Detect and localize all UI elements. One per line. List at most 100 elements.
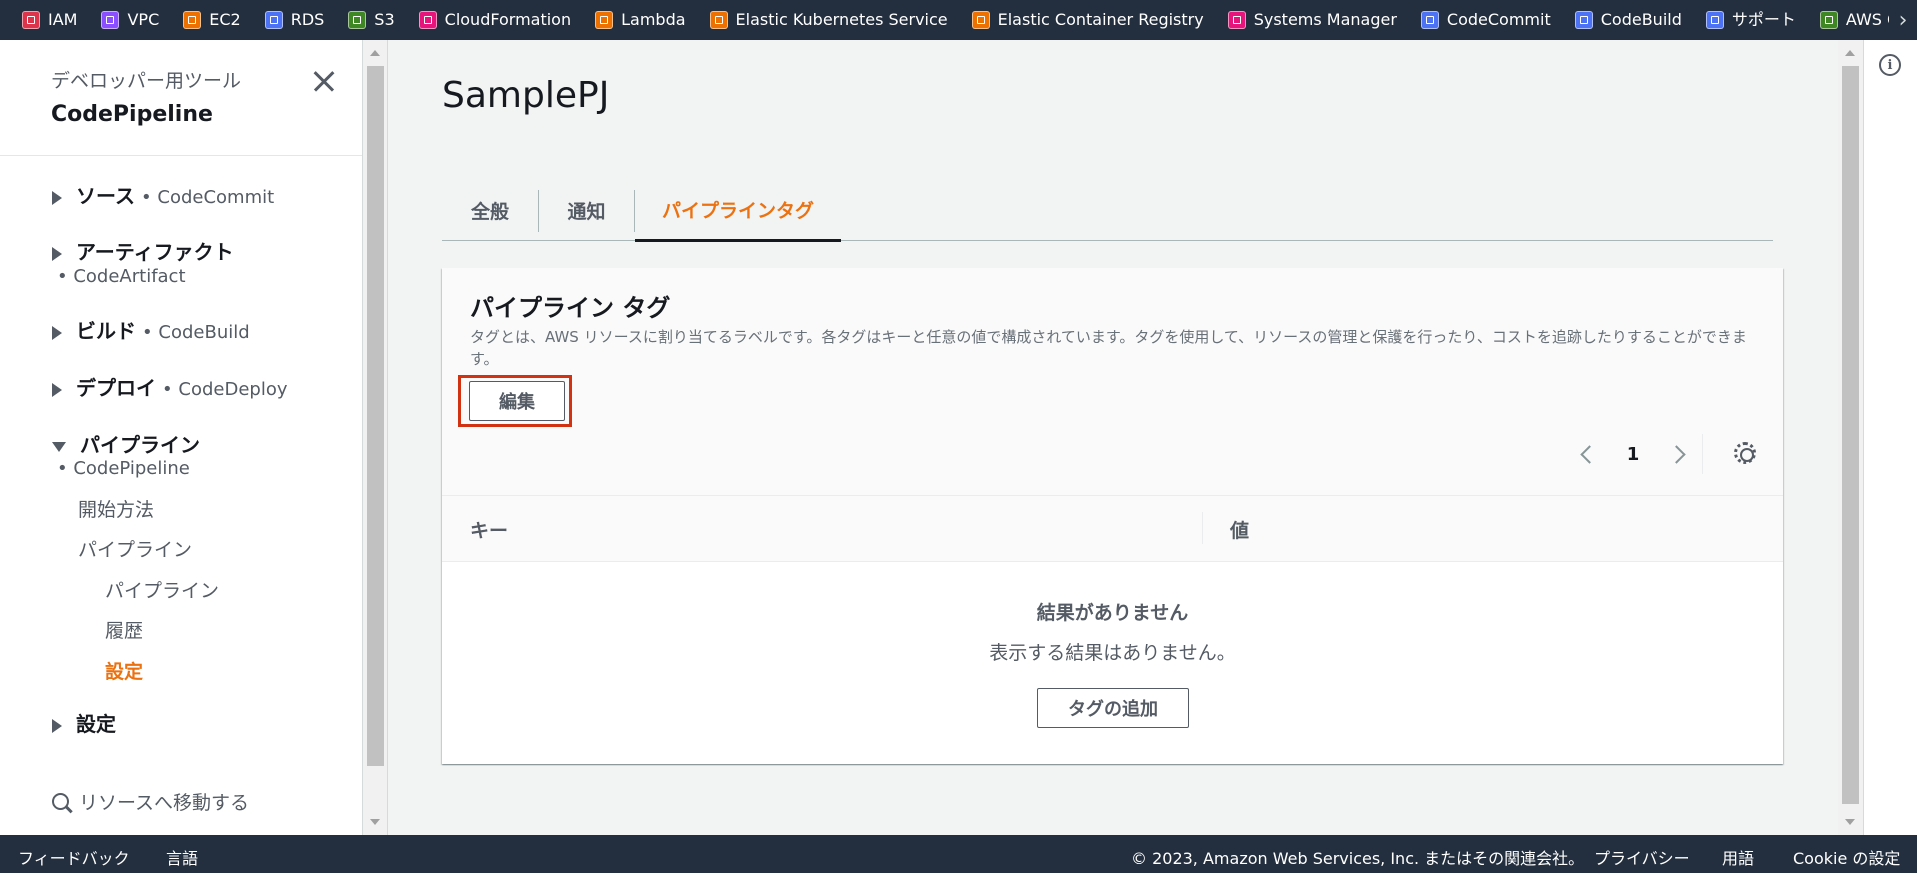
scrollbar-thumb[interactable] [1842,66,1859,804]
section-service: • CodeDeploy [162,379,288,400]
favorite-ecr[interactable]: Elastic Container Registry [971,11,1204,29]
sidebar-section-artifact[interactable]: アーティファクト [52,236,234,265]
cookie-preferences-link[interactable]: Cookie の設定 [1793,845,1900,869]
section-service: • CodeArtifact [57,266,186,287]
edit-button[interactable]: 編集 [469,381,565,421]
privacy-link[interactable]: プライバシー [1594,845,1690,869]
scroll-down-icon[interactable] [1845,819,1855,825]
add-tag-button[interactable]: タグの追加 [1037,688,1189,728]
copyright-text: © 2023, Amazon Web Services, Inc. またはその関… [1131,849,1585,868]
gear-icon[interactable] [1734,442,1756,464]
favorite-label: VPC [127,10,160,29]
favorite-label: Lambda [621,10,686,29]
main-scrollbar[interactable] [1838,40,1863,835]
favorite-vpc[interactable]: VPC [101,11,159,29]
terms-link[interactable]: 用語 [1722,845,1754,869]
favorite-label: Systems Manager [1253,10,1397,29]
favorite-codebuild[interactable]: CodeBuild [1574,11,1682,29]
sidebar-section-deploy[interactable]: デプロイ • CodeDeploy [52,372,288,401]
cost-explorer-icon [1819,11,1838,29]
favorite-eks[interactable]: Elastic Kubernetes Service [709,10,948,29]
panel-title: パイプライン タグ [470,294,671,322]
favorite-rds[interactable]: RDS [264,10,325,29]
section-label: パイプライン [80,433,200,457]
empty-state-description: 表示する結果はありません。 [989,642,1236,664]
tab-pipeline-tags[interactable]: パイプラインタグ [635,180,841,242]
tab-list: 全般 通知 パイプラインタグ [442,180,1773,242]
tab-general[interactable]: 全般 [442,180,538,241]
main-content: SamplePJ 全般 通知 パイプラインタグ パイプライン タグ タグとは、A… [389,40,1838,835]
sidebar-header: デベロッパー用ツール CodePipeline [0,40,362,156]
favorite-systems-manager[interactable]: Systems Manager [1227,10,1397,29]
page-title: SamplePJ [442,75,610,116]
column-header-key[interactable]: キー [470,516,508,543]
scrollbar-thumb[interactable] [367,66,384,766]
panel-description: タグとは、AWS リソースに割り当てるラベルです。各タグはキーと任意の値で構成さ… [470,328,1747,368]
favorite-label: EC2 [209,10,241,29]
sidebar-section-source[interactable]: ソース • CodeCommit [52,180,274,209]
section-label: デプロイ [76,376,156,400]
favorite-label: サポート [1731,10,1796,29]
close-icon[interactable] [309,66,339,96]
favorite-cloudformation[interactable]: CloudFormation [418,10,572,29]
favorite-label: IAM [48,10,78,29]
sidebar-item-pipelines[interactable]: パイプライン [78,535,192,562]
favorite-s3[interactable]: S3 [348,10,395,29]
tab-notifications[interactable]: 通知 [539,180,634,241]
scroll-down-icon[interactable] [370,819,380,825]
favorite-ec2[interactable]: EC2 [183,10,241,29]
sidebar-item-history[interactable]: 履歴 [105,616,143,643]
caret-right-icon [52,718,62,733]
favorite-label: CloudFormation [444,10,572,29]
feedback-link[interactable]: フィードバック [18,845,130,869]
codecommit-icon [1420,11,1439,29]
favorite-codecommit[interactable]: CodeCommit [1420,11,1551,29]
caret-right-icon [52,190,62,205]
sidebar-item-getting-started[interactable]: 開始方法 [78,495,154,522]
help-panel-rail: i [1863,40,1917,835]
footer: フィードバック 言語 © 2023, Amazon Web Services, … [0,835,1917,873]
caret-right-icon [52,246,62,261]
column-header-value[interactable]: 値 [1230,516,1249,543]
side-navigation: デベロッパー用ツール CodePipeline ソース • CodeCommit… [0,40,363,835]
favorite-support[interactable]: サポート [1705,10,1796,29]
lambda-icon [595,11,614,29]
column-divider[interactable] [1202,512,1203,544]
page-number[interactable]: 1 [1596,444,1670,465]
table-header: キー 値 [442,496,1783,562]
sidebar-scrollbar[interactable] [363,40,388,835]
iam-icon [22,11,40,29]
support-icon [1705,11,1724,29]
ecr-icon [971,11,990,29]
scroll-up-icon[interactable] [370,50,380,56]
sidebar-section-pipeline[interactable]: パイプライン [52,429,200,458]
pipeline-tags-panel: パイプライン タグ タグとは、AWS リソースに割り当てるラベルです。各タグはキ… [442,268,1783,764]
pagination: 1 [1573,436,1693,472]
go-to-resource-link[interactable]: リソースへ移動する [52,788,249,815]
favorite-iam[interactable]: IAM [22,11,77,29]
caret-down-icon [52,441,66,452]
section-service: • CodeCommit [141,187,275,208]
eks-icon [709,11,728,29]
sidebar-item-pipeline[interactable]: パイプライン [105,576,219,603]
chevron-right-icon[interactable] [1667,444,1686,464]
favorite-label: S3 [374,10,395,29]
sidebar-item-settings[interactable]: 設定 [105,657,143,684]
sidebar-subtitle: デベロッパー用ツール [51,70,242,92]
search-icon [52,793,69,810]
caret-right-icon [52,325,62,340]
cloudformation-icon [418,11,437,29]
favorite-lambda[interactable]: Lambda [595,10,686,29]
sidebar-title[interactable]: CodePipeline [51,102,213,127]
language-selector[interactable]: 言語 [166,845,198,869]
sidebar-section-settings[interactable]: 設定 [52,708,116,737]
sidebar-section-build[interactable]: ビルド • CodeBuild [52,315,250,344]
section-label: ソース [76,184,135,208]
favorite-label: RDS [290,10,325,29]
scroll-up-icon[interactable] [1845,50,1855,56]
panel-header: パイプライン タグ タグとは、AWS リソースに割り当てるラベルです。各タグはキ… [442,268,1783,496]
info-icon[interactable]: i [1879,54,1901,76]
section-service: • CodePipeline [57,458,190,479]
chevron-right-icon[interactable]: › [1889,0,1917,40]
favorite-label: Elastic Kubernetes Service [735,10,948,29]
